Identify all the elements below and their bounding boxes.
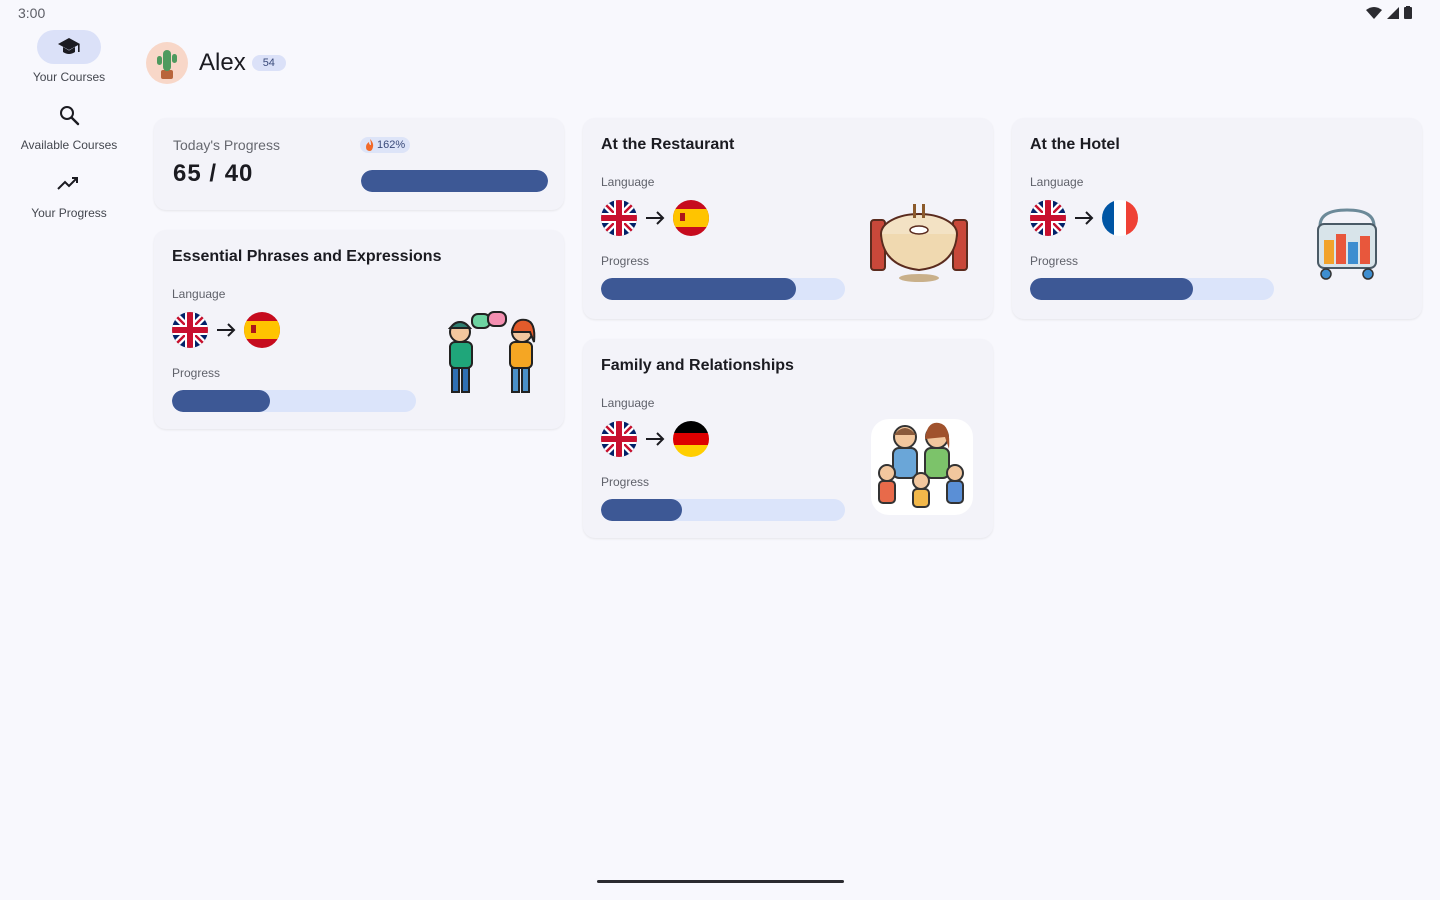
nav-item-available-courses[interactable]: Available Courses [0,98,138,152]
nav-pill [37,98,101,132]
progress-label: Progress [1030,254,1079,268]
arrow-right-icon [646,211,665,225]
streak-badge: 162% [360,137,411,153]
course-progress-bar [601,499,845,521]
spain-flag-icon [673,200,709,236]
germany-flag-icon [673,421,709,457]
uk-flag-icon [601,421,637,457]
nav-item-your-courses[interactable]: Your Courses [0,30,138,84]
uk-flag-icon [172,312,208,348]
luggage-cart-illustration [1317,208,1377,280]
trending-up-icon [57,177,78,190]
course-title: At the Restaurant [601,136,735,153]
status-time: 3:00 [18,5,46,21]
nav-pill [37,166,101,200]
france-flag-icon [1102,200,1138,236]
status-icons [1366,6,1412,19]
course-progress-bar [1030,278,1274,300]
wifi-icon [1366,6,1382,19]
course-card-essential-phrases[interactable]: Essential Phrases and Expressions Langua… [154,230,564,429]
progress-label: Progress [172,366,221,380]
user-header: Alex 54 [146,42,286,84]
language-pair [601,200,709,236]
nav-label: Your Courses [32,70,106,84]
uk-flag-icon [1030,200,1066,236]
school-icon [58,38,80,54]
language-pair [601,421,709,457]
battery-icon [1404,6,1412,19]
people-talking-illustration [447,311,536,393]
nav-item-your-progress[interactable]: Your Progress [0,166,138,220]
todays-progress-card: Today's Progress 65 / 40 162% [154,118,564,210]
search-icon [60,106,80,126]
language-pair [1030,200,1138,236]
course-progress-bar [601,278,845,300]
language-label: Language [601,175,655,189]
spain-flag-icon [244,312,280,348]
progress-label: Progress [601,475,650,489]
course-progress-bar [172,390,416,412]
arrow-right-icon [1075,211,1094,225]
course-title: Essential Phrases and Expressions [172,248,442,265]
nav-label: Available Courses [20,138,118,152]
user-name: Alex [199,49,246,76]
level-badge: 54 [251,55,286,71]
course-progress-fill [172,390,270,412]
nav-pill [37,30,101,64]
course-progress-fill [601,278,797,300]
todays-progress-value: 65 / 40 [173,160,254,187]
streak-percent: 162% [377,139,406,151]
nav-label: Your Progress [31,206,107,220]
language-label: Language [1030,175,1084,189]
restaurant-table-illustration [870,204,968,282]
signal-icon [1387,6,1399,19]
fire-icon [366,139,374,151]
course-progress-fill [601,499,682,521]
language-label: Language [601,396,655,410]
cactus-avatar-icon [157,50,177,79]
family-illustration [871,419,973,515]
todays-progress-label: Today's Progress [173,137,280,153]
course-progress-fill [1030,278,1194,300]
arrow-right-icon [217,323,236,337]
language-pair [172,312,280,348]
home-indicator[interactable] [597,880,844,883]
course-title: Family and Relationships [601,357,794,374]
avatar[interactable] [146,42,188,84]
language-label: Language [172,287,226,301]
todays-progress-bar [361,170,548,192]
uk-flag-icon [601,200,637,236]
course-card-at-the-hotel[interactable]: At the Hotel Language Progress [1012,118,1422,319]
arrow-right-icon [646,432,665,446]
course-card-at-the-restaurant[interactable]: At the Restaurant Language Progress [583,118,993,319]
course-title: At the Hotel [1030,136,1120,153]
course-card-family-relationships[interactable]: Family and Relationships Language Progre… [583,339,993,538]
progress-label: Progress [601,254,650,268]
todays-progress-fill [361,170,548,192]
